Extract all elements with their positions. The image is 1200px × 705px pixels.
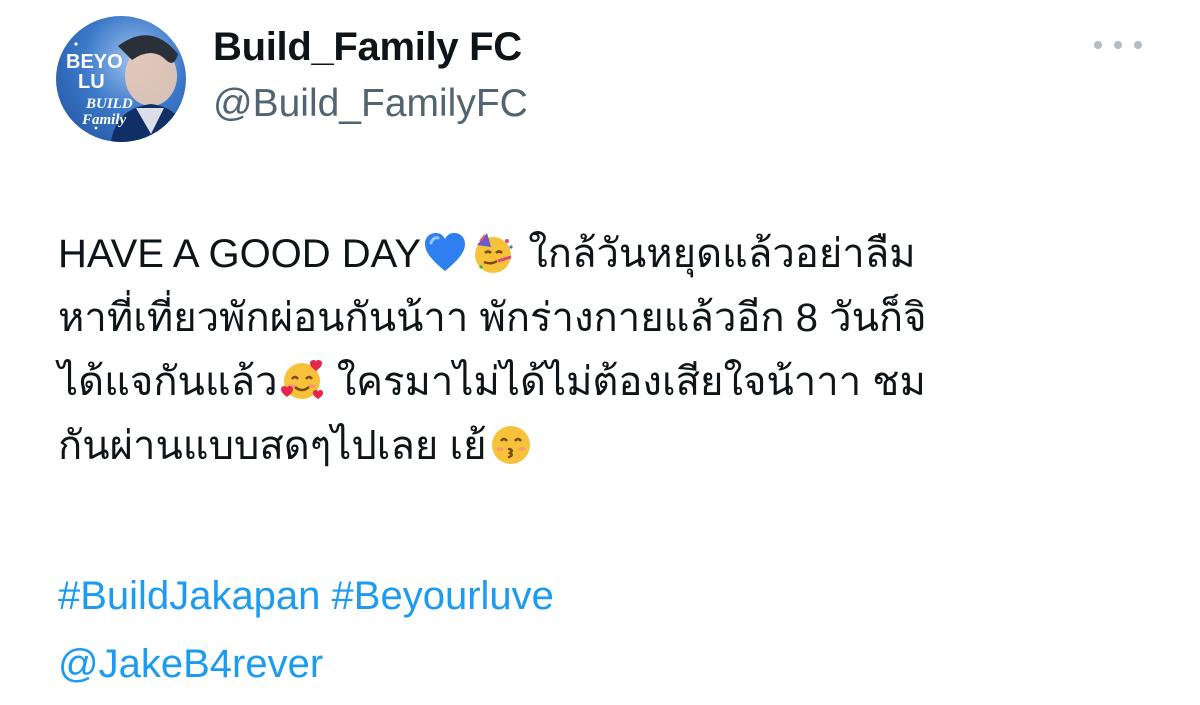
display-name[interactable]: Build_Family FC (213, 25, 522, 70)
user-handle[interactable]: @Build_FamilyFC (213, 82, 528, 126)
tweet-line-2: หาที่เที่ยวพักผ่อนกันน้าา พักร่างกายแล้ว… (58, 296, 927, 340)
mention-line: @JakeB4rever (58, 630, 554, 698)
tweet-line-1: HAVE A GOOD DAY ใกล้วันหยุดแล้วอย่าลืม (58, 222, 1158, 286)
avatar-text-3: BUILD (85, 96, 133, 112)
tweet-line-3-after: ใครมาไม่ได้ไม่ต้องเสียใจน้าาา ชม (336, 360, 926, 404)
tweet-line-1-after: ใกล้วันหยุดแล้วอย่าลืม (528, 232, 916, 276)
tweet-text: HAVE A GOOD DAY ใกล้วันหยุดแล้วอย่าลืม ห… (58, 222, 1158, 478)
tweet-line-4-text: กันผ่านแบบสดๆไปเลย เย้ (58, 424, 487, 468)
tweet-line-1-text: HAVE A GOOD DAY (58, 232, 422, 276)
more-dot (1114, 41, 1122, 49)
hashtags-line: #BuildJakapan #Beyourluve (58, 562, 554, 630)
tweet-card: BEYO LU BUILD Family Build_Family FC @Bu… (0, 0, 1200, 705)
avatar-image: BEYO LU BUILD Family (66, 34, 186, 142)
tweet-line-4: กันผ่านแบบสดๆไปเลย เย้ (58, 414, 1158, 478)
blue-heart-emoji-icon (423, 231, 467, 275)
profile-avatar[interactable]: BEYO LU BUILD Family (56, 16, 186, 142)
avatar-text-2: LU (78, 71, 105, 93)
smiling-face-with-hearts-emoji-icon (280, 359, 324, 403)
kissing-face-emoji-icon (489, 423, 533, 467)
more-options-icon[interactable] (1094, 30, 1142, 60)
tweet-links: #BuildJakapan #Beyourluve @JakeB4rever (58, 562, 554, 698)
avatar-text-4: Family (81, 112, 127, 128)
tweet-line-3-text: ได้แจกันแล้ว (58, 360, 278, 404)
more-dot (1094, 41, 1102, 49)
hashtag-buildjakapan[interactable]: #BuildJakapan (58, 574, 320, 618)
partying-face-emoji-icon (471, 231, 515, 275)
mention-jakeb4rever[interactable]: @JakeB4rever (58, 642, 323, 686)
hashtag-beyourluve[interactable]: #Beyourluve (332, 574, 554, 618)
avatar-text-1: BEYO (66, 51, 123, 73)
tweet-line-3: ได้แจกันแล้ว ใครมาไม่ได้ไม่ต้องเสียใจน้า… (58, 350, 1158, 414)
more-dot (1134, 41, 1142, 49)
